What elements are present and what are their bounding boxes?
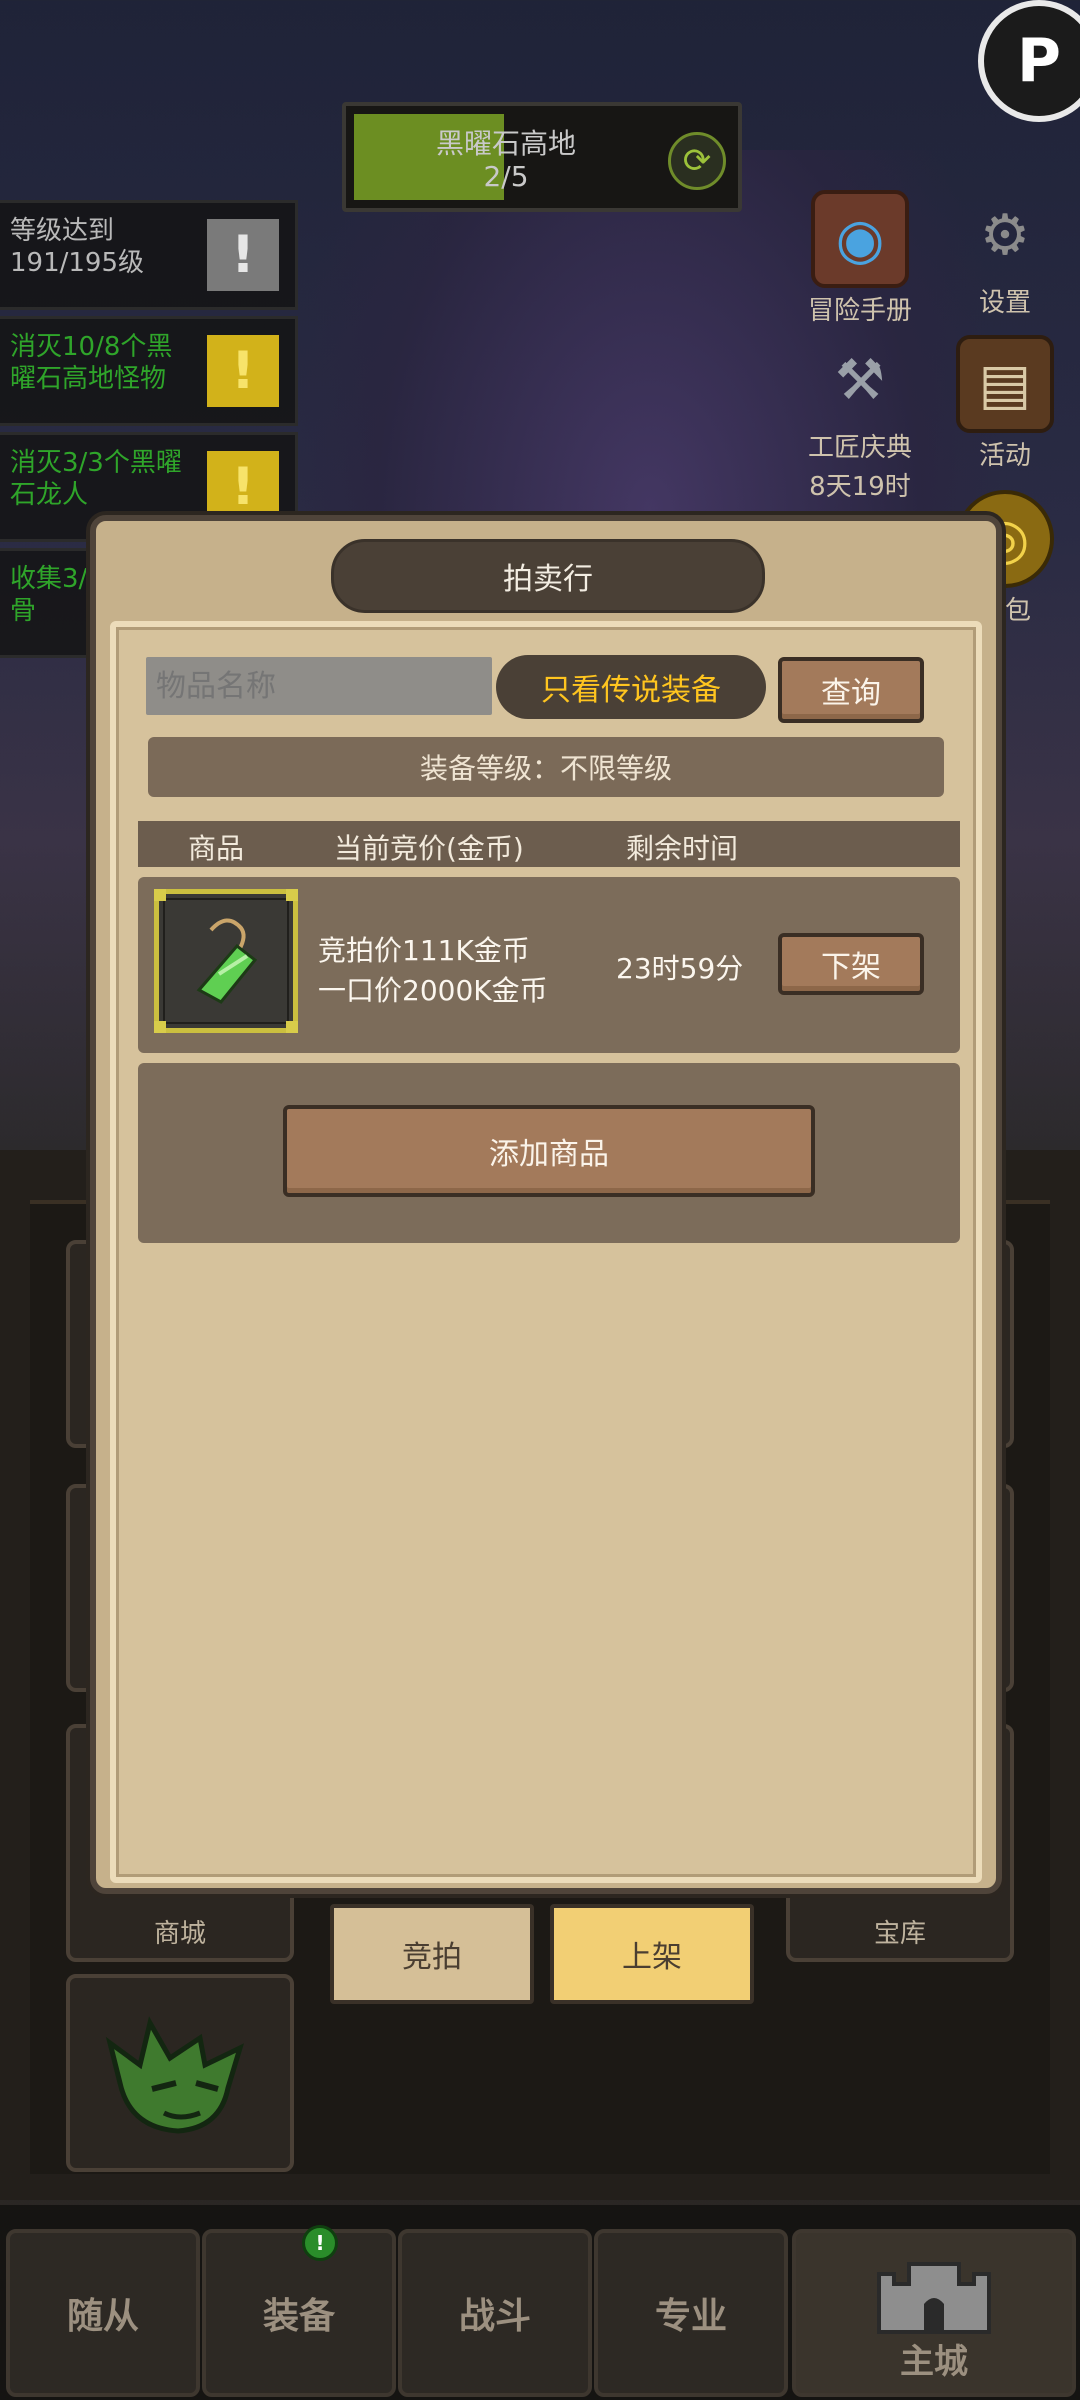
hammer-icon: ⚒ <box>834 347 886 413</box>
castle-icon <box>877 2261 991 2334</box>
quest-item[interactable]: 消灭10/8个黑曜石高地怪物 ! <box>0 316 298 426</box>
item-name-search-input[interactable] <box>146 657 492 715</box>
quest-text: 等级达到191/195级 <box>10 216 145 278</box>
corner-logo-button[interactable]: P <box>978 0 1080 122</box>
exclamation-icon: ! <box>207 335 279 407</box>
zone-title: 黑曜石高地 <box>435 127 576 160</box>
nav-tab-main-city[interactable]: 主城 <box>792 2229 1076 2397</box>
tile-label-vault: 宝库 <box>873 1919 926 1949</box>
delist-button[interactable]: 下架 <box>778 933 924 995</box>
side-label: 冒险手册 <box>807 296 912 326</box>
side-label: 活动 <box>978 441 1031 471</box>
exclamation-icon: ! <box>207 219 279 291</box>
zone-progress-count: 2/5 <box>483 160 529 193</box>
nav-tab-label: 装备 <box>262 2296 335 2337</box>
bid-price: 竞拍价111K金币 <box>318 934 530 967</box>
nav-tab-companions[interactable]: 随从 <box>6 2229 200 2397</box>
header-item: 商品 <box>188 832 245 865</box>
equipment-level-filter[interactable]: 装备等级：不限等级 <box>148 737 944 797</box>
header-current-bid: 当前竞价(金币) <box>334 832 524 865</box>
nav-tab-label: 主城 <box>900 2341 968 2382</box>
notification-badge: ! <box>302 2225 338 2261</box>
add-item-button[interactable]: 添加商品 <box>283 1105 815 1197</box>
gear-icon: ⚙ <box>979 202 1031 268</box>
side-label: 设置 <box>978 288 1031 318</box>
zone-progress-bar: 黑曜石高地 2/5 ⟳ <box>342 102 742 212</box>
quest-text: 消灭3/3个黑曜石龙人 <box>10 448 182 510</box>
scroll-icon: ▤ <box>956 335 1054 433</box>
tab-list-item[interactable]: 上架 <box>550 1904 754 2004</box>
craftsman-festival-button[interactable]: ⚒ 工匠庆典 8天19时 <box>800 335 920 503</box>
dragon-portrait[interactable] <box>66 1974 294 2172</box>
add-item-area: 添加商品 <box>138 1063 960 1243</box>
listing-table-header: 商品 当前竞价(金币) 剩余时间 <box>138 821 960 867</box>
buyout-price: 一口价2000K金币 <box>318 974 548 1007</box>
side-label: 工匠庆典 <box>807 433 912 463</box>
time-left: 23时59分 <box>616 952 744 985</box>
dialog-content: 只看传说装备 查询 装备等级：不限等级 商品 当前竞价(金币) 剩余时间 竞拍价… <box>110 621 982 1883</box>
auction-dialog: 拍卖行 只看传说装备 查询 装备等级：不限等级 商品 当前竞价(金币) 剩余时间 <box>90 515 1002 1894</box>
adventure-handbook-button[interactable]: ◉ 冒险手册 <box>800 190 920 326</box>
festival-timer: 8天19时 <box>809 472 911 502</box>
quest-text: 消灭10/8个黑曜石高地怪物 <box>10 332 173 394</box>
refresh-icon[interactable]: ⟳ <box>668 132 726 190</box>
dialog-title: 拍卖行 <box>331 539 765 613</box>
quest-item[interactable]: 等级达到191/195级 ! <box>0 200 298 310</box>
header-time-left: 剩余时间 <box>626 832 739 865</box>
query-button[interactable]: 查询 <box>778 657 924 723</box>
book-icon: ◉ <box>811 190 909 288</box>
nav-tab-profession[interactable]: 专业 <box>594 2229 788 2397</box>
dragon-icon <box>105 2016 245 2134</box>
legendary-only-toggle[interactable]: 只看传说装备 <box>496 655 766 719</box>
item-slot[interactable] <box>154 889 298 1033</box>
activity-button[interactable]: ▤ 活动 <box>945 335 1065 471</box>
nav-tab-equipment[interactable]: 装备 ! <box>202 2225 396 2397</box>
settings-button[interactable]: ⚙ 设置 <box>945 190 1065 319</box>
exclamation-icon: ! <box>207 451 279 523</box>
listing-row: 竞拍价111K金币 一口价2000K金币 23时59分 下架 <box>138 877 960 1053</box>
bottom-navigation: 随从 装备 ! 战斗 专业 主城 <box>0 2205 1080 2400</box>
nav-tab-battle[interactable]: 战斗 <box>398 2229 592 2397</box>
tab-bid[interactable]: 竞拍 <box>330 1904 534 2004</box>
tile-label-shop: 商城 <box>153 1919 206 1949</box>
pendant-icon <box>196 918 258 1004</box>
